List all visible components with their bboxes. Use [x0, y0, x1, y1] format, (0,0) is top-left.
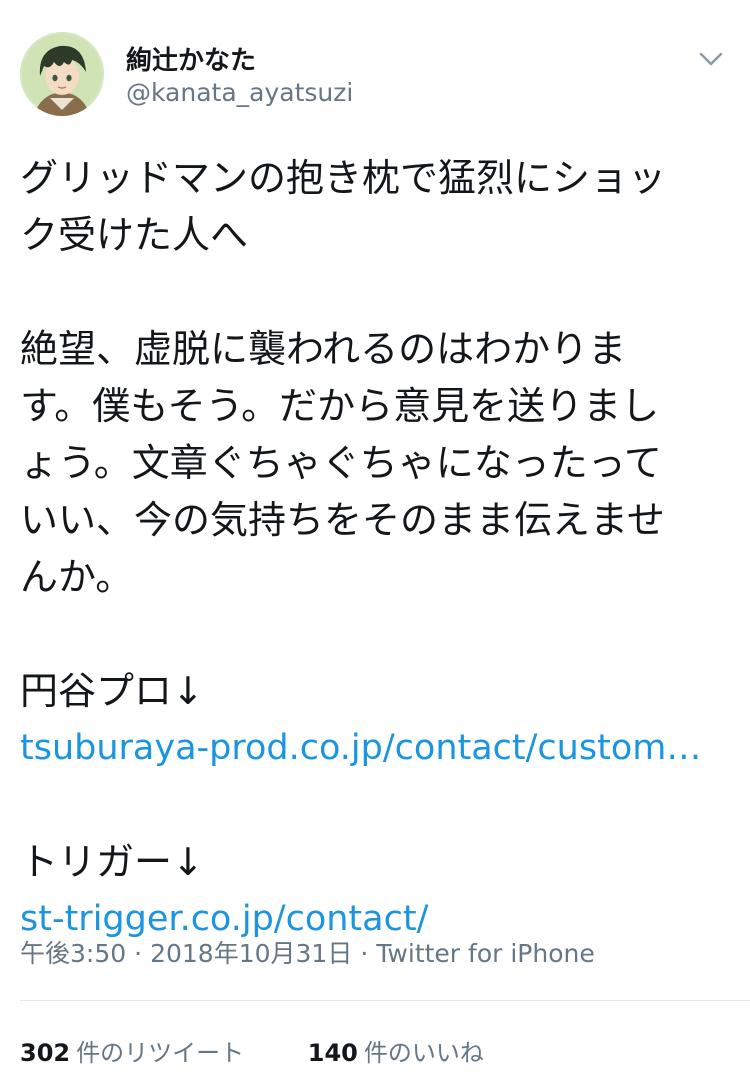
tweet-text: グリッドマンの抱き枕で猛烈にショッ ク受けた人へ 絶望、虚脱に襲われるのはわかり…	[20, 150, 732, 948]
retweets-stat[interactable]: 302 件のリツイート	[20, 1033, 244, 1068]
section-label-trigger: トリガー↓	[20, 840, 204, 884]
tweet-line: んか。	[20, 555, 134, 599]
user-handle[interactable]: @kanata_ayatsuzi	[126, 78, 353, 107]
tweet-detail: 絢辻かなた @kanata_ayatsuzi グリッドマンの抱き枕で猛烈にショッ…	[0, 0, 750, 1090]
likes-label: 件のいいね	[363, 1039, 484, 1067]
avatar[interactable]	[20, 32, 104, 116]
avatar-illustration-icon	[20, 32, 104, 116]
tweet-time[interactable]: 午後3:50	[20, 939, 126, 968]
tweet-line: ク受けた人へ	[20, 213, 249, 257]
tweet-date[interactable]: 2018年10月31日	[150, 939, 352, 968]
tweet-line: ょう。文章ぐちゃぐちゃになったって	[20, 441, 662, 485]
tweet-source[interactable]: Twitter for iPhone	[376, 939, 594, 968]
meta-separator: ·	[134, 939, 143, 968]
retweets-count: 302	[20, 1039, 71, 1067]
likes-stat[interactable]: 140 件のいいね	[308, 1033, 484, 1068]
divider	[20, 1000, 750, 1001]
tweet-stats: 302 件のリツイート 140 件のいいね	[20, 1033, 540, 1068]
retweets-label: 件のリツイート	[76, 1039, 245, 1067]
chevron-down-icon[interactable]	[696, 44, 726, 74]
section-label-tsuburaya: 円谷プロ↓	[20, 669, 204, 713]
tweet-header: 絢辻かなた @kanata_ayatsuzi	[20, 32, 730, 122]
tweet-meta: 午後3:50 · 2018年10月31日 · Twitter for iPhone	[20, 934, 595, 970]
tweet-line: す。僕もそう。だから意見を送りまし	[20, 384, 660, 428]
tsuburaya-contact-link[interactable]: tsuburaya-prod.co.jp/contact/custom…	[20, 720, 732, 777]
tweet-line: 絶望、虚脱に襲われるのはわかりま	[20, 327, 627, 371]
display-name[interactable]: 絢辻かなた	[126, 40, 256, 77]
tweet-line: いい、今の気持ちをそのまま伝えませ	[20, 498, 665, 542]
tweet-line: グリッドマンの抱き枕で猛烈にショッ	[20, 156, 667, 200]
likes-count: 140	[307, 1039, 358, 1067]
meta-separator: ·	[360, 939, 369, 968]
